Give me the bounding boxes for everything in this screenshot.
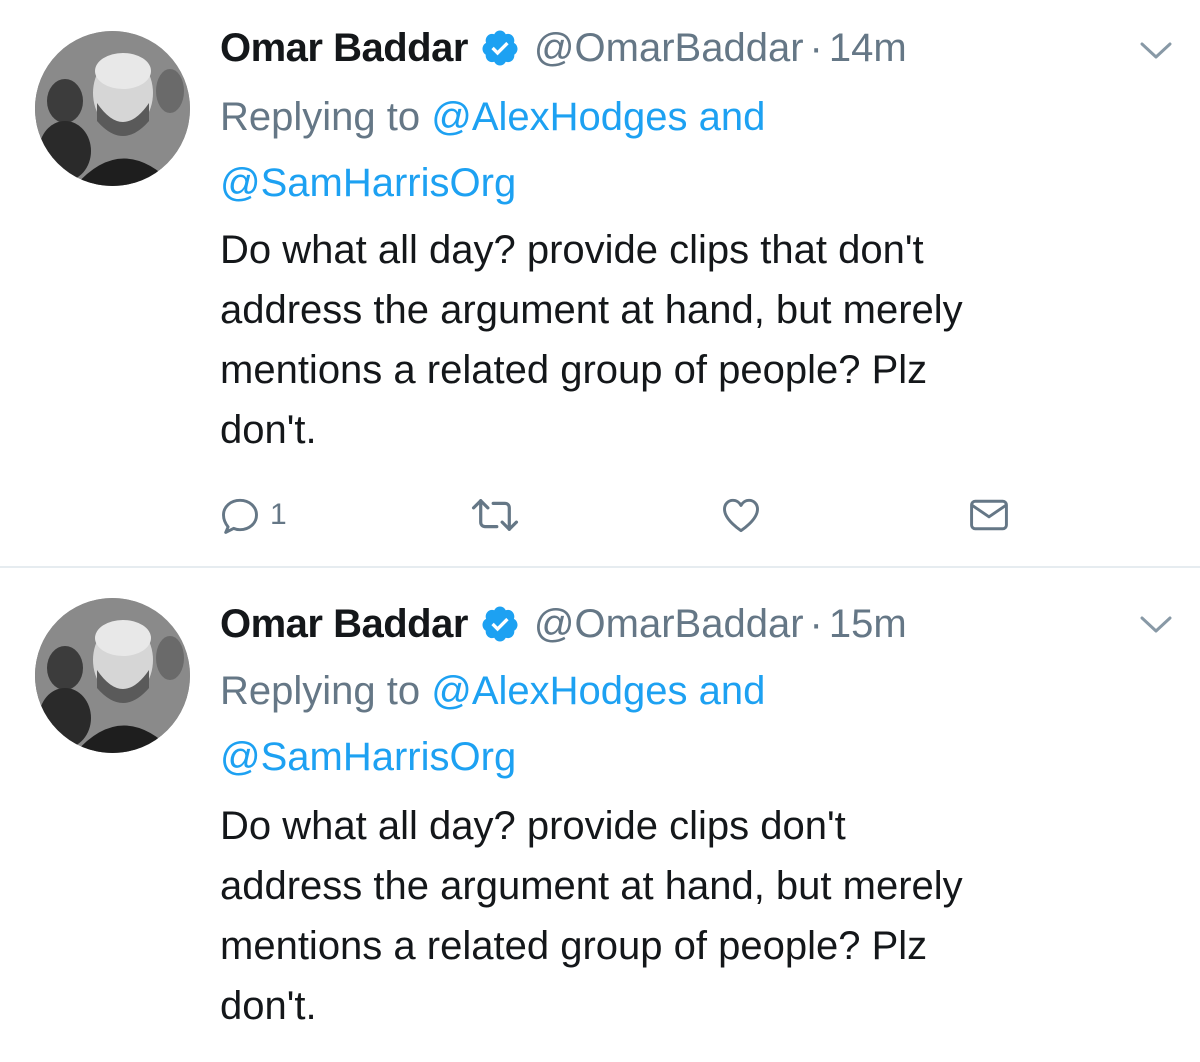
reply-count: 1	[270, 498, 287, 531]
tweet-text-line: mentions a related group of people? Plz	[220, 924, 928, 968]
reply-mention-link[interactable]: @AlexHodges	[431, 669, 687, 713]
author-handle[interactable]: @OmarBaddar	[534, 602, 804, 647]
tweet-actions: 1	[218, 490, 1018, 540]
tweet[interactable]: Omar Baddar @OmarBaddar · 14m Replying t…	[0, 0, 1200, 567]
chevron-down-icon[interactable]	[1138, 612, 1174, 636]
tweet[interactable]: Omar Baddar @OmarBaddar · 15m Replying t…	[0, 568, 1200, 1062]
tweet-text-line: don't.	[220, 984, 317, 1028]
direct-message-button[interactable]	[966, 490, 1012, 540]
author-name[interactable]: Omar Baddar	[220, 602, 468, 647]
tweet-text-line: Do what all day? provide clips that don'…	[220, 228, 924, 272]
replying-to-label: Replying to	[220, 95, 421, 139]
retweet-icon	[471, 499, 519, 531]
tweet-text: Do what all day? provide clips that don'…	[220, 220, 1170, 460]
tweet-header: Omar Baddar @OmarBaddar · 14m	[220, 20, 907, 76]
replying-to: Replying to @AlexHodges and @SamHarrisOr…	[220, 84, 765, 216]
separator-dot: ·	[809, 601, 823, 646]
timestamp[interactable]: 14m	[829, 26, 907, 71]
separator-dot: ·	[809, 25, 823, 70]
avatar[interactable]	[35, 598, 190, 753]
tweet-text-line: mentions a related group of people? Plz	[220, 348, 928, 392]
avatar-photo	[35, 31, 190, 186]
avatar-photo	[35, 598, 190, 753]
like-button[interactable]	[718, 490, 764, 540]
tweet-header: Omar Baddar @OmarBaddar · 15m	[220, 596, 907, 652]
timestamp[interactable]: 15m	[829, 602, 907, 647]
reply-mention-link[interactable]: @SamHarrisOrg	[220, 735, 516, 779]
reply-and-text[interactable]: and	[699, 95, 766, 139]
avatar[interactable]	[35, 31, 190, 186]
reply-icon	[222, 498, 258, 534]
reply-button[interactable]: 1	[218, 490, 287, 540]
tweet-text-line: address the argument at hand, but merely	[220, 864, 963, 908]
direct-message-icon	[970, 499, 1008, 531]
chevron-down-icon[interactable]	[1138, 38, 1174, 62]
verified-badge-icon	[482, 606, 518, 642]
reply-mention-link[interactable]: @AlexHodges	[431, 95, 687, 139]
tweet-text: Do what all day? provide clips don't add…	[220, 796, 1170, 1036]
reply-mention-link[interactable]: @SamHarrisOrg	[220, 161, 516, 205]
author-name[interactable]: Omar Baddar	[220, 26, 468, 71]
reply-and-text[interactable]: and	[699, 669, 766, 713]
tweet-text-line: address the argument at hand, but merely	[220, 288, 963, 332]
replying-to-label: Replying to	[220, 669, 421, 713]
author-handle[interactable]: @OmarBaddar	[534, 26, 804, 71]
tweet-text-line: Do what all day? provide clips don't	[220, 804, 846, 848]
like-icon	[723, 498, 759, 533]
verified-badge-icon	[482, 30, 518, 66]
tweet-text-line: don't.	[220, 408, 317, 452]
replying-to: Replying to @AlexHodges and @SamHarrisOr…	[220, 658, 765, 790]
retweet-button[interactable]	[470, 490, 520, 540]
